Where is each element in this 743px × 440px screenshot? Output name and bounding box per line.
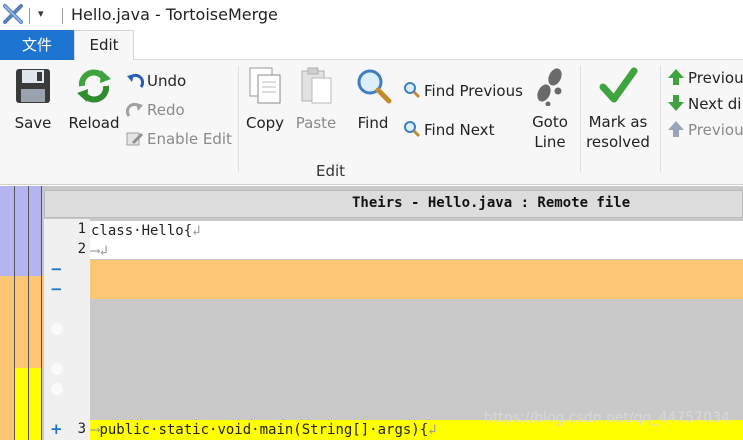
mark-resolved-label-2: resolved: [586, 133, 650, 151]
title-separator: [29, 8, 30, 24]
code-text: public·static·void·main(String[]·args){: [99, 422, 429, 438]
enable-edit-label: Enable Edit: [147, 130, 232, 148]
reload-icon: [74, 69, 114, 110]
tab-file[interactable]: 文件: [0, 30, 74, 60]
watermark: https://blog.csdn.net/qq_44757034: [484, 410, 730, 426]
eol-marker: ↲: [192, 223, 201, 239]
enable-edit-button[interactable]: Enable Edit: [126, 128, 232, 150]
save-label: Save: [14, 114, 52, 132]
arrow-up-green-icon: [668, 69, 684, 85]
undo-label: Undo: [147, 72, 187, 90]
code-text: class·Hello{: [91, 223, 193, 239]
paste-button[interactable]: Paste: [292, 66, 340, 132]
redo-icon: [125, 102, 143, 117]
next-difference-button[interactable]: Next di: [667, 93, 741, 115]
find-next-button[interactable]: Find Next: [403, 119, 494, 141]
checkmark-icon: [598, 67, 638, 110]
tab-edit[interactable]: Edit: [74, 30, 134, 61]
save-button[interactable]: Save: [8, 66, 58, 132]
mark-as-resolved-button[interactable]: Mark as resolved: [584, 66, 652, 152]
window-title: Hello.java - TortoiseMerge: [71, 5, 278, 24]
minus-marker: −: [50, 280, 63, 298]
goto-line-button[interactable]: Goto Line: [526, 66, 574, 152]
find-previous-icon: [404, 82, 421, 99]
quick-access-dropdown-icon[interactable]: ▾: [38, 7, 44, 20]
arrow-up-gray-icon: [668, 121, 684, 137]
undo-button[interactable]: Undo: [126, 70, 186, 92]
previous-difference-label: Previou: [688, 69, 743, 87]
mark-resolved-label-1: Mark as: [588, 113, 648, 131]
reload-label: Reload: [68, 114, 120, 132]
group-label-edit: Edit: [316, 162, 346, 180]
empty-line-dot: [51, 383, 63, 395]
code-line[interactable]: class·Hello{↲: [90, 221, 743, 241]
eol-marker: ↲: [99, 243, 108, 259]
find-button[interactable]: Find: [352, 66, 394, 132]
floppy-disk-icon: [13, 69, 53, 110]
paste-label: Paste: [295, 114, 337, 132]
tortoisemerge-app-icon[interactable]: [3, 4, 23, 24]
magnifier-icon: [353, 69, 393, 110]
line-number: 3: [77, 421, 86, 437]
find-next-label: Find Next: [424, 121, 495, 139]
empty-line-dot: [51, 363, 63, 375]
ribbon-separator: [580, 66, 581, 172]
title-separator: [62, 8, 63, 24]
edit-pencil-icon: [126, 132, 144, 146]
ribbon-separator: [660, 66, 661, 172]
copy-button[interactable]: Copy: [244, 66, 286, 132]
line-number: 2: [77, 241, 86, 257]
location-conflict-block: [0, 276, 44, 368]
empty-line-dot: [51, 323, 63, 335]
panel-title: Theirs - Hello.java : Remote file: [352, 195, 631, 211]
ribbon-panel: Save Reload Undo Redo Enable Edit Copy P…: [0, 60, 743, 185]
redo-label: Redo: [147, 101, 185, 119]
eol-marker: ↲: [428, 422, 437, 438]
next-difference-label: Next di: [688, 95, 742, 113]
undo-icon: [127, 73, 145, 88]
title-bar: ▾ Hello.java - TortoiseMerge: [0, 0, 743, 30]
conflict-block[interactable]: [90, 260, 743, 299]
minus-marker: −: [50, 260, 63, 278]
redo-button[interactable]: Redo: [125, 99, 185, 121]
line-number: 1: [77, 221, 86, 237]
code-line[interactable]: ⟶↲: [90, 241, 743, 259]
find-label: Find: [357, 114, 389, 132]
paste-icon: [296, 67, 336, 110]
previous-difference-button[interactable]: Previou: [667, 67, 743, 89]
reload-button[interactable]: Reload: [66, 66, 122, 132]
previous-conflict-label: Previou: [688, 121, 743, 139]
find-previous-button[interactable]: Find Previous: [403, 80, 523, 102]
previous-conflict-button[interactable]: Previou: [667, 119, 743, 141]
ribbon-separator: [238, 66, 239, 172]
copy-label: Copy: [245, 114, 285, 132]
copy-icon: [245, 67, 285, 110]
footprints-icon: [530, 68, 570, 110]
find-next-icon: [404, 121, 421, 138]
panel-header: Theirs - Hello.java : Remote file: [44, 190, 743, 218]
ribbon-tabs: 文件 Edit: [0, 30, 743, 61]
arrow-down-green-icon: [668, 95, 684, 111]
goto-line-label-2: Line: [534, 133, 566, 151]
goto-line-label-1: Goto: [532, 113, 568, 131]
location-bar[interactable]: [0, 186, 44, 440]
find-previous-label: Find Previous: [424, 82, 523, 100]
